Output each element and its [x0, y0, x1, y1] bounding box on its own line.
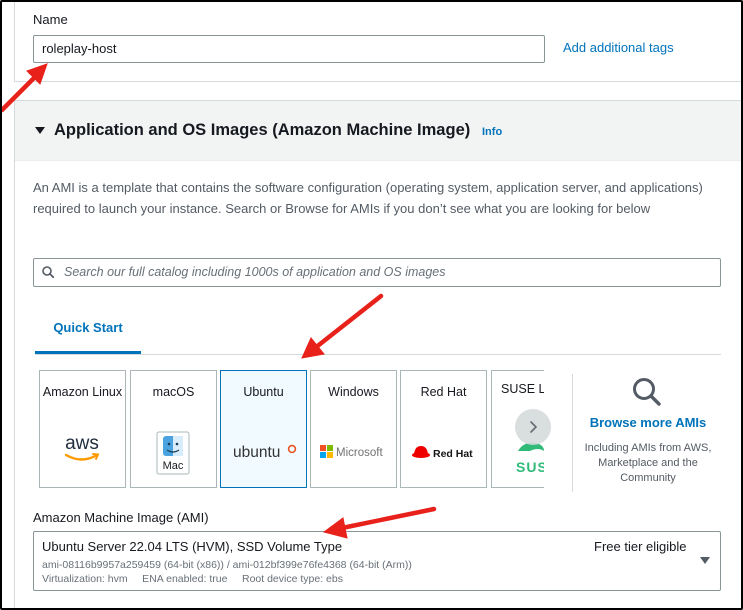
os-tile-label: SUSE Li — [501, 382, 544, 396]
ami-section-header[interactable]: Application and OS Images (Amazon Machin… — [15, 101, 742, 161]
mac-finder-icon: Mac — [156, 431, 190, 475]
svg-text:aws: aws — [65, 433, 99, 454]
os-tile-windows[interactable]: Windows Microsoft — [310, 370, 397, 488]
ami-select-dropdown[interactable]: Ubuntu Server 22.04 LTS (HVM), SSD Volum… — [33, 531, 721, 591]
os-tile-label: Red Hat — [420, 385, 467, 399]
ami-metadata: Virtualization: hvm ENA enabled: true Ro… — [42, 573, 343, 585]
instance-name-input[interactable]: roleplay-host — [33, 35, 545, 63]
browse-more-description: Including AMIs from AWS, Marketplace and… — [584, 442, 712, 484]
dropdown-caret-icon — [700, 557, 710, 564]
tab-quick-start[interactable]: Quick Start — [35, 320, 141, 354]
os-tile-macos[interactable]: macOS Mac — [130, 370, 217, 488]
svg-text:SUS: SUS — [516, 459, 544, 475]
os-tile-label: Ubuntu — [243, 385, 284, 399]
ami-section-title: Application and OS Images (Amazon Machin… — [54, 121, 471, 139]
magnifier-icon[interactable] — [630, 376, 664, 410]
free-tier-badge: Free tier eligible — [594, 539, 687, 554]
tabs-divider — [35, 354, 721, 355]
ami-field-label: Amazon Machine Image (AMI) — [33, 510, 209, 525]
os-tile-ubuntu[interactable]: Ubuntu ubuntu — [220, 370, 307, 488]
search-icon — [42, 266, 54, 278]
os-tile-amazon-linux[interactable]: Amazon Linux aws — [39, 370, 126, 488]
browse-more-amis-link[interactable]: Browse more AMIs — [576, 415, 720, 430]
svg-text:Red Hat: Red Hat — [433, 448, 473, 460]
carousel-next-button[interactable] — [515, 409, 551, 445]
info-link[interactable]: Info — [482, 126, 502, 138]
ami-ids: ami-08116b9957a259459 (64-bit (x86)) / a… — [42, 559, 412, 571]
chevron-right-icon — [530, 421, 538, 433]
ami-name: Ubuntu Server 22.04 LTS (HVM), SSD Volum… — [42, 539, 343, 554]
microsoft-logo-icon: Microsoft — [320, 445, 383, 459]
os-tile-redhat[interactable]: Red Hat Red Hat — [400, 370, 487, 488]
redhat-logo-icon: Red Hat — [412, 446, 473, 460]
os-tile-label: macOS — [152, 385, 195, 399]
svg-text:Mac: Mac — [163, 460, 184, 472]
collapse-caret-icon[interactable] — [35, 127, 45, 134]
svg-text:Microsoft: Microsoft — [336, 447, 383, 459]
aws-logo-icon: aws — [64, 433, 100, 461]
os-tile-label: Windows — [328, 385, 379, 399]
browse-divider — [572, 374, 573, 492]
ubuntu-logo-icon: ubuntu — [233, 444, 297, 461]
os-tile-label: Amazon Linux — [42, 385, 123, 399]
add-additional-tags-link[interactable]: Add additional tags — [563, 40, 674, 55]
svg-text:ubuntu: ubuntu — [233, 444, 280, 461]
name-label: Name — [33, 12, 68, 27]
ami-search-input[interactable]: Search our full catalog including 1000s … — [33, 258, 721, 287]
ami-description: An AMI is a template that contains the s… — [33, 180, 703, 216]
search-placeholder: Search our full catalog including 1000s … — [64, 265, 446, 279]
